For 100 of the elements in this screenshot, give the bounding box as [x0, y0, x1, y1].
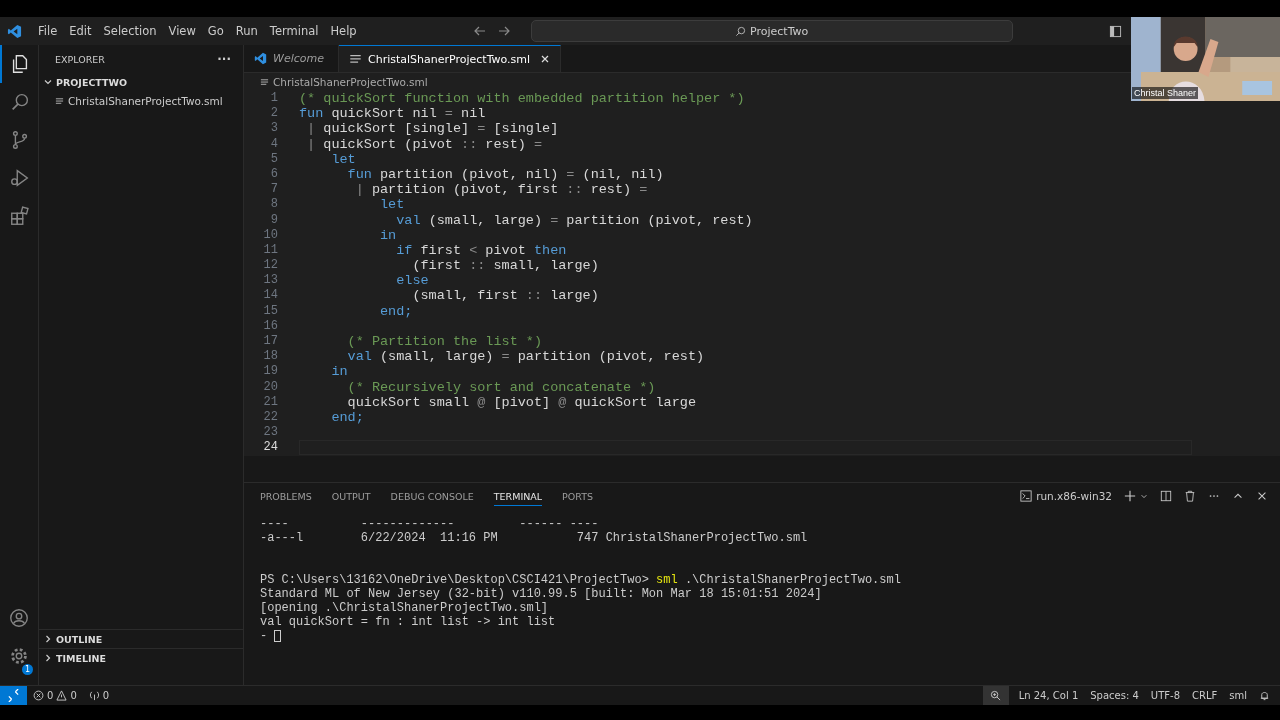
status-item[interactable]: CRLF [1186, 690, 1224, 701]
terminal-cursor [274, 630, 282, 642]
more-actions[interactable]: ··· [217, 52, 231, 66]
terminal-line: Standard ML of New Jersey (32-bit) v110.99.5 [built: Mon Mar 18 15:01:51 2024] [260, 587, 823, 601]
notification-badge: 1 [21, 664, 33, 675]
terminal-line: -a---l 6/22/2024 11:16 PM 747 ChristalShanerProjectTwo.sml [260, 531, 809, 545]
menu-item[interactable]: Run [229, 24, 264, 38]
editor-tab[interactable]: ChristalShanerProjectTwo.sml [339, 45, 562, 72]
menu-item[interactable]: Selection [97, 24, 163, 38]
code-line: | quickSort (pivot :: rest) = [306, 136, 543, 152]
line-number: 16 [262, 318, 278, 334]
code-line: (small, first :: large) [411, 288, 599, 304]
ports-status[interactable]: 0 [82, 690, 116, 701]
line-number: 14 [262, 288, 278, 304]
code-line: in [330, 364, 348, 380]
menu-item[interactable]: Help [324, 24, 363, 38]
menu-item[interactable]: Go [201, 24, 230, 38]
line-number: 10 [262, 227, 278, 243]
plus-icon[interactable] [1124, 490, 1136, 502]
explorer-file-entry[interactable]: ChristalShanerProjectTwo.sml [39, 91, 243, 111]
zoom-button[interactable] [982, 686, 1009, 705]
terminal-command-line: PS C:\Users\13162\OneDrive\Desktop\CSCI421\ProjectTwo> sml .\ChristalShanerProjectTwo.sml [260, 573, 902, 587]
participant-name: Christal Shaner [1132, 87, 1199, 99]
line-number: 13 [262, 273, 278, 289]
run-debug-icon [9, 167, 31, 189]
terminal-line: [opening .\ChristalShanerProjectTwo.sml] [260, 601, 550, 615]
bell-icon[interactable] [1259, 690, 1270, 701]
line-number: 6 [269, 166, 278, 183]
line-number: 3 [269, 121, 278, 137]
extensions-icon [9, 205, 31, 227]
menu-item[interactable]: File [32, 24, 64, 38]
menu-item[interactable]: Terminal [263, 24, 325, 38]
terminal-selector[interactable]: run.x86-win32 [1020, 490, 1112, 502]
chevron-icon [43, 77, 53, 87]
folder-item[interactable]: PROJECTTWO [39, 73, 243, 91]
code-line: if first < pivot then [395, 242, 567, 259]
line-number: 1 [269, 91, 278, 107]
line-number: 24 [262, 440, 278, 456]
status-item[interactable]: UTF-8 [1144, 690, 1186, 701]
panel-tab[interactable]: PROBLEMS [260, 486, 312, 506]
line-number: 7 [269, 182, 278, 198]
status-item[interactable]: sml [1223, 690, 1253, 701]
line-number: 2 [269, 106, 278, 122]
line-number: 11 [262, 242, 278, 259]
trash-icon[interactable] [1184, 490, 1196, 502]
line-number: 17 [262, 334, 278, 350]
terminal-icon [1020, 490, 1033, 502]
panel-tab[interactable]: DEBUG CONSOLE [390, 486, 474, 506]
code-line: | partition (pivot, first :: rest) = [354, 182, 648, 198]
line-number: 12 [262, 258, 278, 274]
menu-item[interactable]: Edit [63, 24, 98, 38]
status-item[interactable]: Ln 24, Col 1 [1012, 690, 1085, 701]
panel-tab[interactable]: OUTPUT [331, 486, 371, 506]
close-icon[interactable] [1256, 490, 1268, 502]
code-line: fun quickSort nil = nil [299, 106, 486, 122]
text-lines-icon [55, 96, 64, 106]
problems-status[interactable]: 0 0 [27, 690, 83, 701]
section-header[interactable]: OUTLINE [39, 629, 243, 648]
antenna-icon [88, 690, 100, 701]
forward-arrow-icon[interactable] [496, 24, 511, 38]
line-number: 21 [262, 394, 278, 410]
command-center-field[interactable]: ProjectTwo [530, 20, 1013, 42]
section-header[interactable]: TIMELINE [39, 648, 243, 667]
line-number: 20 [262, 379, 278, 395]
settings-icon[interactable] [8, 645, 30, 667]
account-icon[interactable] [8, 607, 30, 629]
panel-tab[interactable]: TERMINAL [493, 486, 543, 506]
search-icon [735, 25, 747, 37]
back-arrow-icon[interactable] [472, 24, 487, 38]
search-icon [9, 91, 31, 113]
sidebar-title: EXPLORER [55, 53, 105, 65]
line-number: 19 [262, 364, 278, 380]
code-line: (* Partition the list *) [346, 334, 543, 350]
terminal-line: ---- ------------- ------ ---- [260, 517, 600, 531]
breadcrumb[interactable]: ChristalShanerProjectTwo.sml [260, 73, 428, 91]
line-number: 5 [269, 151, 278, 167]
remote-icon[interactable] [0, 686, 27, 705]
code-line: (* Recursively sort and concatenate *) [346, 379, 656, 395]
code-line: let [379, 197, 405, 213]
code-line: end; [379, 303, 413, 319]
line-number: 18 [262, 349, 278, 365]
text-lines-icon [260, 77, 269, 87]
menu-item[interactable]: View [162, 24, 202, 38]
terminal-line: val quickSort = fn : int list -> int list [260, 615, 557, 629]
app-logo-icon [7, 23, 22, 39]
line-number: 4 [269, 136, 278, 152]
terminal-prompt: - [260, 629, 268, 643]
close-icon[interactable] [540, 54, 551, 64]
panel-layout-icon[interactable] [1109, 24, 1122, 38]
split-icon[interactable] [1160, 490, 1172, 502]
status-item[interactable]: Spaces: 4 [1084, 690, 1145, 701]
code-line: end; [330, 409, 364, 426]
text-lines-icon [349, 52, 362, 66]
line-number: 22 [262, 409, 278, 426]
code-line: in [379, 227, 397, 243]
warning-icon [56, 690, 68, 701]
code-line: fun partition (pivot, nil) = (nil, nil) [346, 166, 664, 183]
line-number: 15 [262, 303, 278, 319]
code-line: let [330, 151, 356, 167]
panel-tab[interactable]: PORTS [562, 486, 594, 506]
